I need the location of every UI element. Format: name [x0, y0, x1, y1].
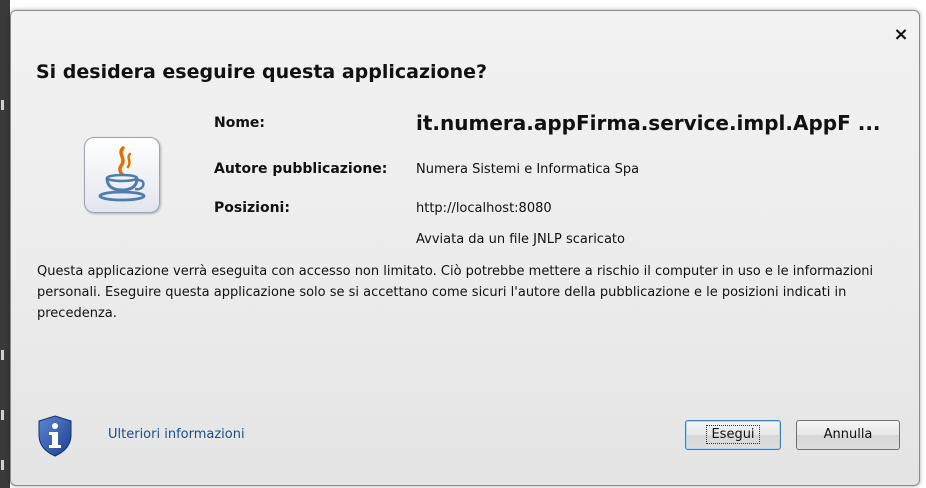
run-button-label: Esegui [706, 425, 760, 444]
close-button[interactable]: × [891, 25, 911, 45]
cancel-button[interactable]: Annulla [796, 420, 900, 450]
background-mark [1, 460, 4, 470]
publisher-value: Numera Sistemi e Informatica Spa [416, 162, 640, 177]
info-shield-icon [37, 415, 73, 457]
security-dialog: × Si desidera eseguire questa applicazio… [10, 10, 920, 486]
name-label: Nome: [214, 115, 266, 131]
location-value: http://localhost:8080 [416, 201, 552, 216]
background-window-strip [0, 0, 10, 488]
name-value: it.numera.appFirma.service.impl.AppF ... [416, 111, 881, 135]
locations-label: Posizioni: [214, 200, 290, 216]
dialog-title: Si desidera eseguire questa applicazione… [36, 61, 488, 83]
publisher-label: Autore pubblicazione: [214, 161, 388, 177]
security-warning-text: Questa applicazione verrà eseguita con a… [37, 264, 874, 321]
background-mark [1, 350, 4, 360]
location-note: Avviata da un file JNLP scaricato [416, 232, 625, 247]
background-mark [1, 410, 4, 420]
java-coffee-cup-icon [84, 137, 160, 213]
more-info-link[interactable]: Ulteriori informazioni [108, 427, 245, 442]
run-button[interactable]: Esegui [685, 420, 781, 450]
background-mark [1, 100, 4, 110]
